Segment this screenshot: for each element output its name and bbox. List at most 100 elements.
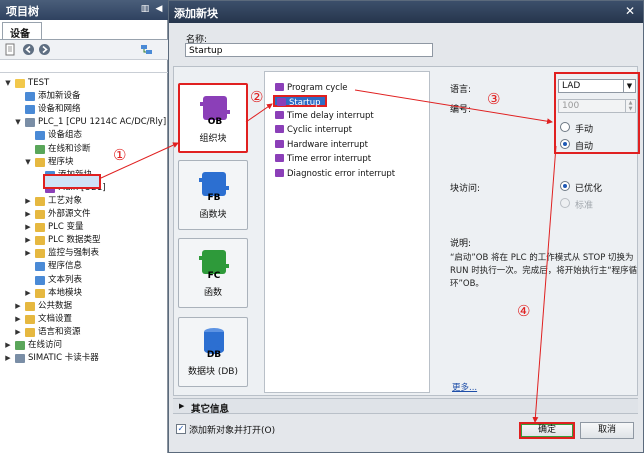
more-link[interactable]: 更多...: [452, 381, 477, 393]
radio-optimized[interactable]: [560, 181, 570, 191]
collapsed-arrow-icon[interactable]: ▶: [24, 287, 32, 300]
ob-type-icon: [275, 169, 284, 177]
tree-item[interactable]: 程序信息: [0, 260, 168, 273]
text-list-icon: [35, 275, 45, 285]
collapse-panel-icon[interactable]: ◀: [154, 4, 164, 15]
function-block-button[interactable]: FB 函数块: [178, 160, 248, 230]
tree-item[interactable]: ▶ PLC 数据类型: [0, 234, 168, 247]
tree-item[interactable]: ▶ 监控与强制表: [0, 247, 168, 260]
tree-item[interactable]: ▼ 程序块: [0, 156, 168, 169]
description-text: “启动”OB 将在 PLC 的工作模式从 STOP 切换为 RUN 时执行一次。…: [450, 253, 638, 289]
tree-item[interactable]: ▼ PLC_1 [CPU 1214C AC/DC/Rly]: [0, 116, 168, 129]
tree-item[interactable]: ▼ TEST: [0, 77, 168, 90]
tree-item[interactable]: 设备和网络: [0, 103, 168, 116]
function-button[interactable]: FC 函数: [178, 238, 248, 308]
data-block-button[interactable]: DB 数据块 (DB): [178, 317, 248, 387]
tree-item-label: PLC 变量: [48, 222, 84, 233]
ok-button[interactable]: 确定: [519, 422, 575, 439]
tree-item-label: 公共数据: [38, 300, 73, 311]
tree-item[interactable]: ▶ PLC 变量: [0, 221, 168, 234]
list-item-cyclic-interrupt[interactable]: Cyclic interrupt: [275, 124, 352, 136]
block-name-input[interactable]: [185, 43, 433, 57]
ob-type-icon: [275, 125, 284, 133]
folder-icon: [35, 236, 45, 246]
card-reader-icon: [15, 354, 25, 364]
collapsed-arrow-icon[interactable]: ▶: [4, 339, 12, 352]
project-tree-toolbar: [0, 40, 168, 60]
ob-type-icon: [277, 98, 286, 106]
more-info-section[interactable]: ▶ 其它信息: [173, 398, 638, 415]
collapsed-arrow-icon[interactable]: ▶: [24, 247, 32, 260]
collapsed-arrow-icon[interactable]: ▶: [24, 221, 32, 234]
folder-icon: [25, 314, 35, 324]
tree-item-label: 设备和网络: [38, 104, 81, 115]
add-and-open-checkbox[interactable]: ✓: [176, 424, 186, 434]
collapsed-arrow-icon[interactable]: ▶: [24, 208, 32, 221]
tree-item[interactable]: 在线和诊断: [0, 143, 168, 156]
project-tree-title: 项目树: [6, 5, 39, 18]
tree-item[interactable]: ▶ 外部源文件: [0, 208, 168, 221]
collapsed-arrow-icon[interactable]: ▶: [24, 195, 32, 208]
radio-standard-label: 标准: [575, 201, 594, 211]
online-access-icon: [15, 341, 25, 350]
description-label: 说明:: [450, 239, 472, 249]
tree-item[interactable]: 添加新设备: [0, 90, 168, 103]
folder-icon: [35, 288, 45, 298]
radio-optimized-label: 已优化: [575, 184, 603, 194]
collapsed-arrow-icon[interactable]: ▶: [14, 313, 22, 326]
step-3-marker: ③: [487, 90, 501, 108]
tree-item[interactable]: ▶ 本地模块: [0, 287, 168, 300]
panel-layout-icon[interactable]: ▥: [140, 4, 150, 15]
expanded-arrow-icon[interactable]: ▼: [14, 116, 22, 129]
collapsed-arrow-icon[interactable]: ▶: [14, 326, 22, 339]
program-info-icon: [35, 262, 45, 272]
tree-item[interactable]: ▶ 在线访问: [0, 339, 168, 352]
collapsed-arrow-icon[interactable]: ▶: [4, 352, 12, 365]
chevron-right-icon[interactable]: ▶: [179, 402, 184, 410]
folder-icon: [35, 157, 45, 167]
collapsed-arrow-icon[interactable]: ▶: [24, 234, 32, 247]
tree-item-label: 添加新设备: [38, 91, 81, 102]
list-item-diagnostic-error-interrupt[interactable]: Diagnostic error interrupt: [275, 168, 395, 180]
tree-item-label: 文档设置: [38, 313, 73, 324]
tree-item-label: 文本列表: [48, 274, 83, 285]
collapsed-arrow-icon[interactable]: ▶: [14, 300, 22, 313]
tree-item[interactable]: ▶ 语言和资源: [0, 326, 168, 339]
tree-item-label: 设备组态: [48, 130, 83, 141]
cancel-button[interactable]: 取消: [580, 422, 634, 439]
tree-item[interactable]: 文本列表: [0, 274, 168, 287]
step-1-marker: ①: [113, 146, 127, 164]
new-item-icon[interactable]: [4, 43, 17, 56]
ob-type-icon: [275, 111, 284, 119]
tree-item[interactable]: ▶ 工艺对象: [0, 195, 168, 208]
folder-icon: [35, 210, 45, 219]
close-icon[interactable]: ✕: [623, 4, 637, 18]
project-icon: [15, 79, 25, 88]
tree-item[interactable]: ▶ SIMATIC 卡读卡器: [0, 352, 168, 365]
organization-block-button[interactable]: OB 组织块: [178, 83, 248, 153]
tree-item-label: PLC 数据类型: [48, 235, 101, 246]
list-item-hardware-interrupt[interactable]: Hardware interrupt: [275, 139, 368, 151]
svg-text:FC: FC: [208, 271, 221, 279]
folder-icon: [35, 249, 45, 259]
tree-item-label: 程序信息: [48, 261, 83, 272]
back-arrow-icon[interactable]: [22, 43, 35, 56]
dialog-title-bar: 添加新块 ✕: [169, 1, 643, 23]
expanded-arrow-icon[interactable]: ▼: [24, 156, 32, 169]
tree-item[interactable]: 设备组态: [0, 129, 168, 142]
list-item-program-cycle[interactable]: Program cycle: [275, 82, 348, 94]
svg-text:FB: FB: [207, 193, 220, 201]
forward-arrow-icon[interactable]: [38, 43, 51, 56]
list-item-time-delay-interrupt[interactable]: Time delay interrupt: [275, 110, 374, 122]
tree-item-label: 语言和资源: [38, 326, 81, 337]
tree-item-label: SIMATIC 卡读卡器: [28, 353, 99, 364]
organization-block-icon: OB: [200, 96, 230, 125]
expanded-arrow-icon[interactable]: ▼: [4, 77, 12, 90]
list-item-time-error-interrupt[interactable]: Time error interrupt: [275, 153, 371, 165]
tree-item[interactable]: ▶ 公共数据: [0, 300, 168, 313]
network-overview-icon[interactable]: [140, 43, 153, 56]
tab-devices[interactable]: 设备: [2, 22, 42, 40]
list-item-startup[interactable]: Startup: [273, 95, 327, 108]
ob-type-icon: [275, 154, 284, 162]
tree-item[interactable]: ▶ 文档设置: [0, 313, 168, 326]
